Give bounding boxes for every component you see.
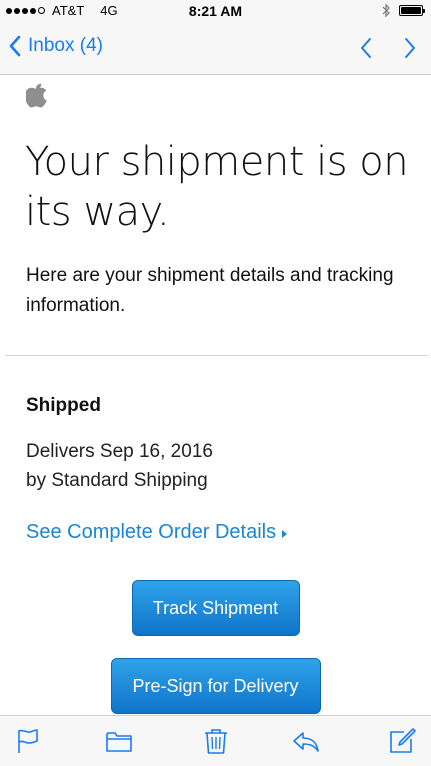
email-body: Your shipment is on its way. Here are yo… <box>0 75 431 715</box>
order-details-link[interactable]: See Complete Order Details <box>26 521 288 544</box>
compose-button[interactable] <box>388 727 416 755</box>
email-intro-text: Here are your shipment details and track… <box>26 265 394 316</box>
battery-fill <box>401 7 421 14</box>
folder-icon <box>106 732 132 752</box>
apple-logo-icon <box>26 83 47 108</box>
delivery-method: by Standard Shipping <box>26 470 208 491</box>
back-button-label: Inbox (4) <box>28 35 103 56</box>
section-divider <box>5 355 428 356</box>
status-bar: AT&T 4G 8:21 AM <box>0 0 431 22</box>
next-message-icon[interactable] <box>403 37 417 59</box>
navigation-bar: Inbox (4) <box>0 22 431 75</box>
flag-icon <box>18 729 38 753</box>
mail-message-screen: AT&T 4G 8:21 AM Inbox (4) Your shipment … <box>0 0 431 766</box>
compose-icon <box>390 728 416 753</box>
bottom-toolbar <box>0 715 431 766</box>
delete-button[interactable] <box>202 727 230 755</box>
reply-icon <box>293 732 319 752</box>
delivery-info: Delivers Sep 16, 2016 by Standard Shippi… <box>26 437 213 495</box>
track-shipment-button[interactable]: Track Shipment <box>131 580 300 636</box>
shipment-status-heading: Shipped <box>26 395 101 416</box>
trash-icon <box>205 729 227 754</box>
caret-right-icon <box>282 530 288 538</box>
back-to-inbox-button[interactable]: Inbox (4) <box>8 35 103 57</box>
bluetooth-icon <box>382 3 390 18</box>
order-details-link-label: See Complete Order Details <box>26 521 277 543</box>
flag-button[interactable] <box>14 727 42 755</box>
reply-button[interactable] <box>292 727 320 755</box>
delivery-date: Delivers Sep 16, 2016 <box>26 441 213 462</box>
battery-icon <box>399 5 425 16</box>
move-to-folder-button[interactable] <box>105 727 133 755</box>
pre-sign-delivery-button[interactable]: Pre-Sign for Delivery <box>110 658 321 714</box>
status-right <box>381 3 425 18</box>
status-time: 8:21 AM <box>188 3 243 19</box>
chevron-left-icon <box>9 35 21 57</box>
message-navigation <box>359 37 417 59</box>
previous-message-icon[interactable] <box>359 37 373 59</box>
email-headline: Your shipment is on its way. <box>25 139 409 235</box>
